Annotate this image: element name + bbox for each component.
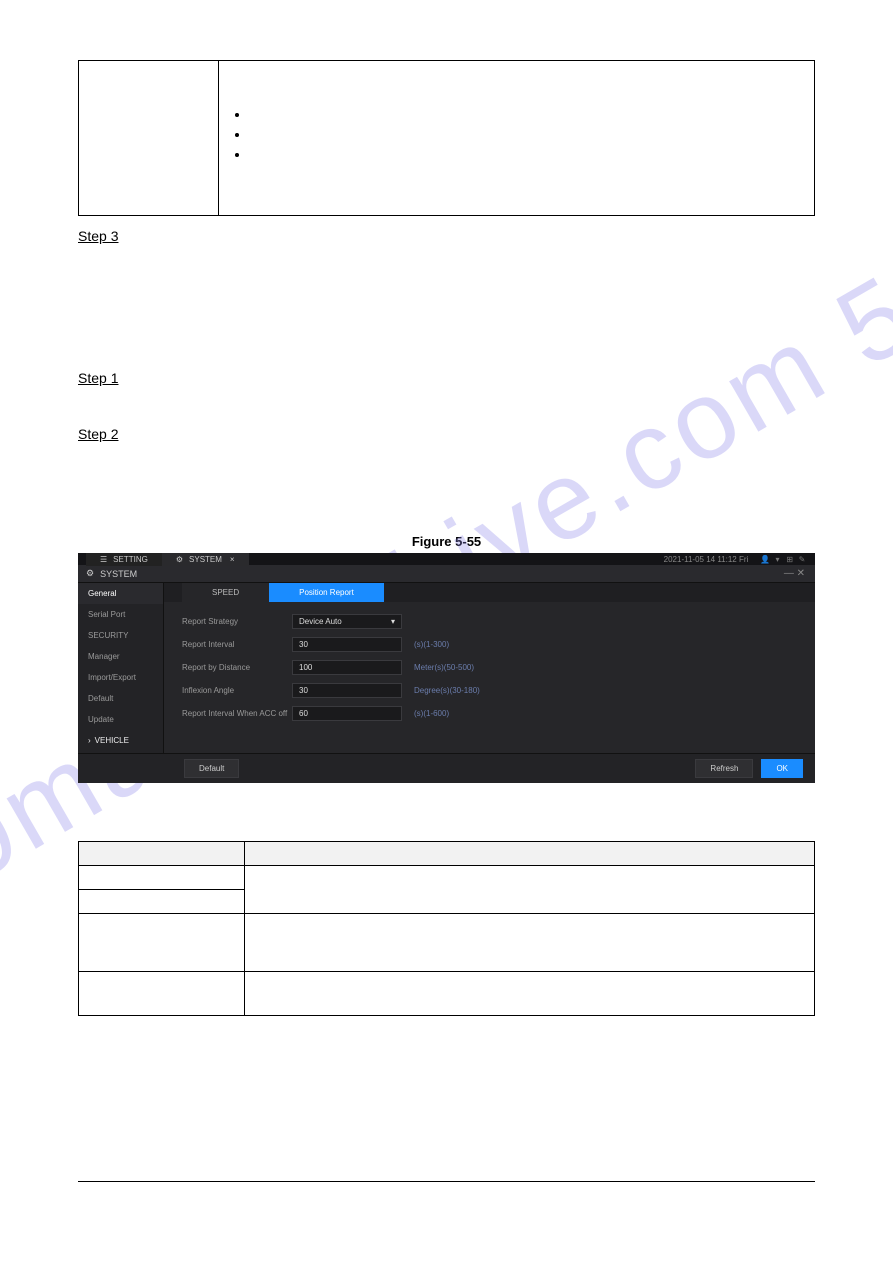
window-title-bar: ⚙ SYSTEM — ✕ [78, 565, 815, 583]
param-table [78, 841, 815, 1016]
param-r4-c1 [79, 972, 245, 1016]
hint-report-distance: Meter(s)(50-500) [414, 663, 474, 672]
dropdown-icon: ▾ [391, 617, 395, 626]
ok-button[interactable]: OK [761, 759, 803, 778]
bullet-1 [249, 107, 804, 115]
figure-screenshot: ☰SETTING ⚙SYSTEM× 2021-11-05 14 11:12 Fr… [78, 553, 815, 783]
top-table-c1 [79, 61, 219, 216]
subtab-speed[interactable]: SPEED [182, 583, 269, 602]
label-report-interval: Report Interval [182, 640, 292, 649]
param-th-2 [245, 842, 815, 866]
step-1: Step 1 [78, 370, 815, 386]
label-report-distance: Report by Distance [182, 663, 292, 672]
topbar-datetime: 2021-11-05 14 11:12 Fri [664, 555, 749, 564]
top-app-bar: ☰SETTING ⚙SYSTEM× 2021-11-05 14 11:12 Fr… [78, 553, 815, 565]
input-inflexion-angle[interactable]: 30 [292, 683, 402, 698]
sidebar-item-update[interactable]: Update [78, 709, 163, 730]
sidebar-item-serialport[interactable]: Serial Port [78, 604, 163, 625]
close-tab-icon[interactable]: × [230, 555, 235, 564]
figure-caption: Figure 5-55 [78, 534, 815, 549]
top-table [78, 60, 815, 216]
top-table-c2 [219, 61, 815, 216]
param-r3-c1 [79, 914, 245, 972]
step-3: Step 3 [78, 228, 815, 244]
idk-icon[interactable]: ▾ [773, 555, 783, 564]
grid-icon[interactable]: ⊞ [785, 555, 795, 564]
param-r1-c2 [245, 866, 815, 914]
app-tab-system[interactable]: ⚙SYSTEM× [162, 553, 249, 566]
sidebar-item-security[interactable]: SECURITY [78, 625, 163, 646]
param-r4-c2 [245, 972, 815, 1016]
input-acc-off[interactable]: 60 [292, 706, 402, 721]
input-report-distance[interactable]: 100 [292, 660, 402, 675]
hint-inflexion-angle: Degree(s)(30-180) [414, 686, 480, 695]
sidebar-item-vehicle[interactable]: ›VEHICLE [78, 730, 163, 751]
window-title: SYSTEM [100, 569, 137, 579]
user-icon[interactable]: 👤 [760, 555, 770, 564]
param-r2-c1 [79, 890, 245, 914]
label-acc-off: Report Interval When ACC off [182, 709, 292, 718]
bullet-2 [249, 127, 804, 135]
main-panel: SPEED Position Report Report Strategy De… [164, 583, 815, 753]
chevron-right-icon: › [88, 736, 91, 745]
menu-icon: ☰ [100, 555, 107, 564]
sidebar-item-default[interactable]: Default [78, 688, 163, 709]
input-report-interval[interactable]: 30 [292, 637, 402, 652]
footer-rule [78, 1181, 815, 1201]
sidebar-item-manager[interactable]: Manager [78, 646, 163, 667]
label-inflexion-angle: Inflexion Angle [182, 686, 292, 695]
sidebar-item-general[interactable]: General [78, 583, 163, 604]
param-th-1 [79, 842, 245, 866]
footer-bar: Default Refresh OK [78, 753, 815, 783]
hint-acc-off: (s)(1-600) [414, 709, 449, 718]
edit-icon[interactable]: ✎ [797, 555, 807, 564]
subtab-position-report[interactable]: Position Report [269, 583, 384, 602]
form-area: Report Strategy Device Auto▾ Report Inte… [164, 602, 815, 721]
param-r3-c2 [245, 914, 815, 972]
window-controls[interactable]: — ✕ [784, 568, 805, 579]
refresh-button[interactable]: Refresh [695, 759, 753, 778]
param-r1-c1 [79, 866, 245, 890]
gear-icon: ⚙ [176, 555, 183, 564]
bullet-3 [249, 147, 804, 155]
gear-icon: ⚙ [86, 568, 94, 579]
hint-report-interval: (s)(1-300) [414, 640, 449, 649]
sidebar: General Serial Port SECURITY Manager Imp… [78, 583, 164, 753]
app-tab-setting[interactable]: ☰SETTING [86, 553, 162, 566]
sidebar-item-importexport[interactable]: Import/Export [78, 667, 163, 688]
step-2: Step 2 [78, 426, 815, 442]
label-report-strategy: Report Strategy [182, 617, 292, 626]
default-button[interactable]: Default [184, 759, 239, 778]
select-report-strategy[interactable]: Device Auto▾ [292, 614, 402, 629]
